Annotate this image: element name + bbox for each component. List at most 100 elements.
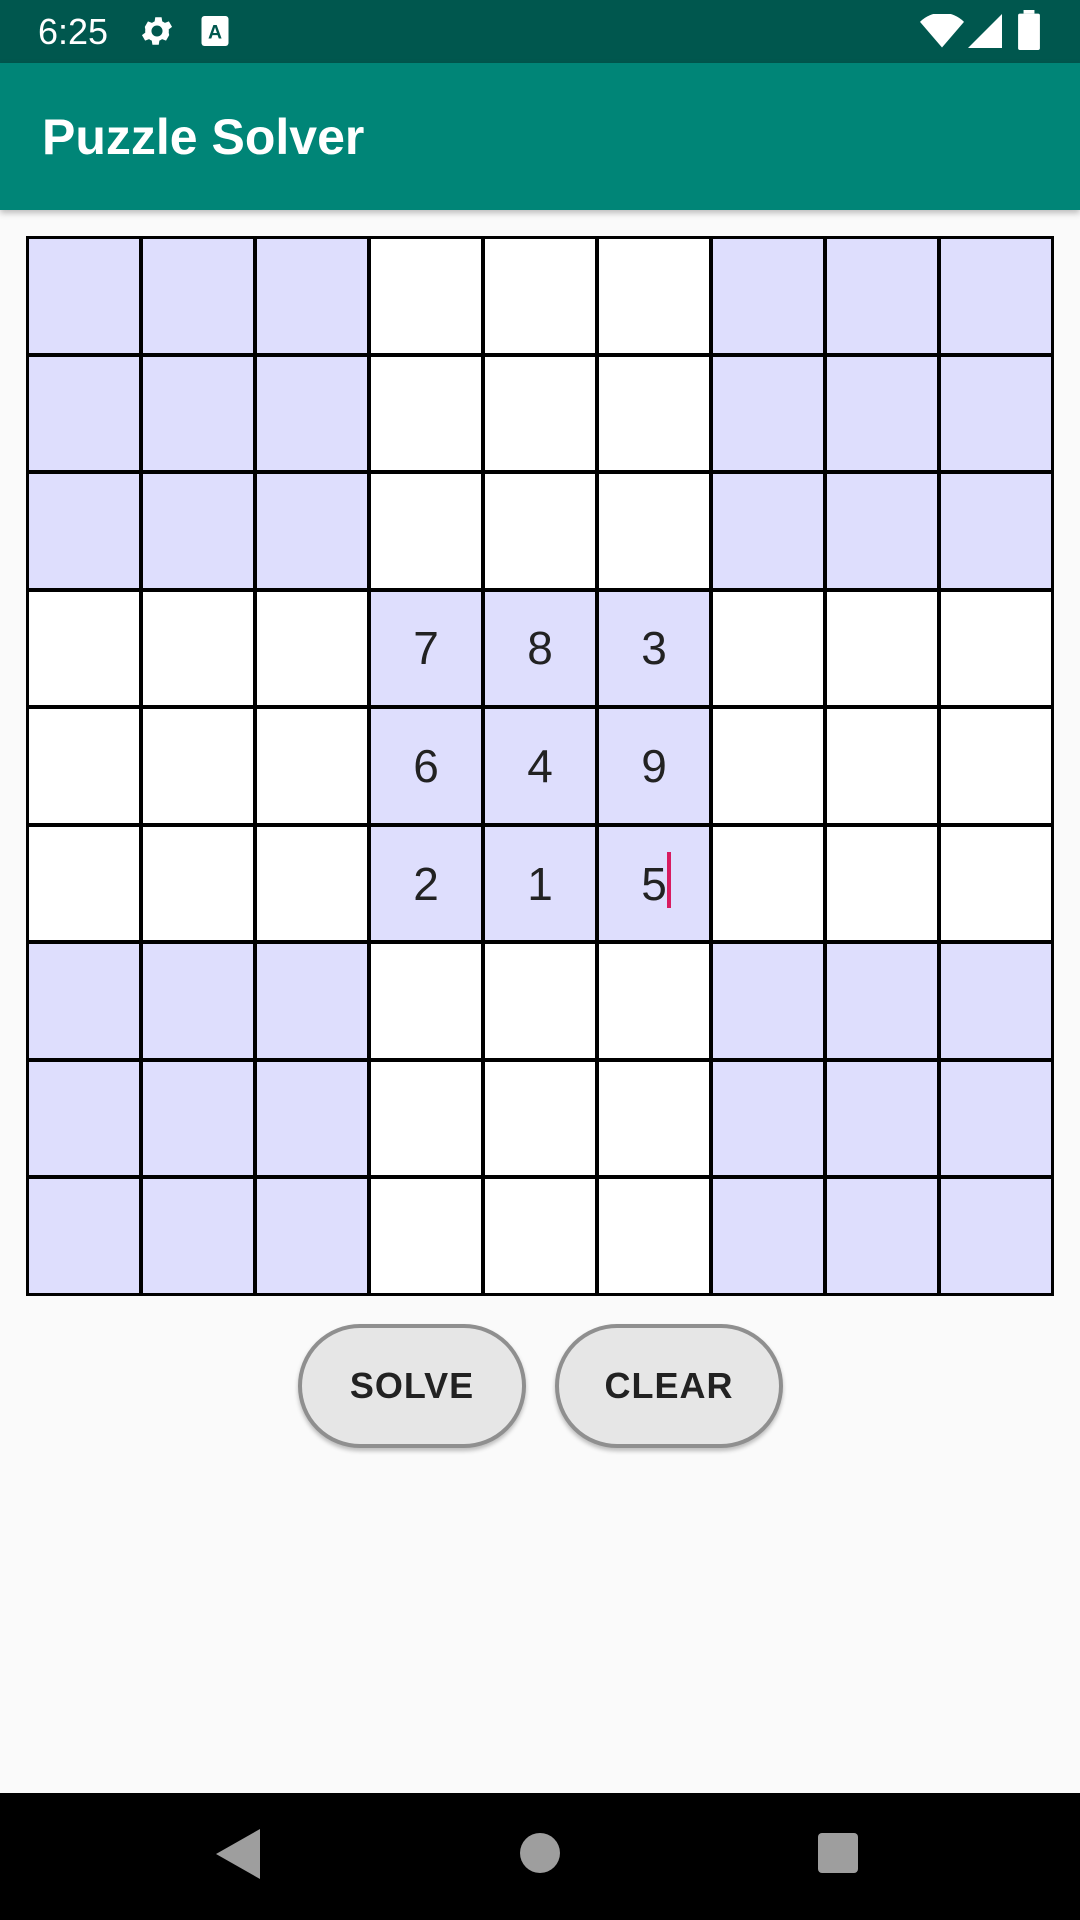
grid-cell[interactable] — [257, 1061, 367, 1176]
signal-icon — [968, 14, 1002, 53]
grid-cell[interactable] — [29, 709, 139, 823]
grid-cell[interactable] — [941, 239, 1051, 353]
grid-cell[interactable] — [827, 591, 937, 706]
grid-cell[interactable] — [485, 239, 595, 353]
grid-cell[interactable] — [941, 826, 1051, 941]
grid-cell[interactable] — [29, 944, 139, 1058]
grid-cell[interactable] — [371, 356, 481, 471]
grid-cell[interactable] — [827, 826, 937, 941]
grid-cell[interactable] — [827, 1061, 937, 1176]
grid-cell[interactable] — [485, 356, 595, 471]
puzzle-grid: 7 8 3 6 4 9 2 1 5 — [26, 236, 1054, 1296]
grid-cell[interactable]: 9 — [599, 709, 709, 823]
back-icon[interactable] — [216, 1829, 260, 1884]
grid-cell[interactable] — [257, 591, 367, 706]
grid-cell[interactable] — [485, 1179, 595, 1293]
grid-cell[interactable] — [257, 826, 367, 941]
grid-cell[interactable] — [941, 1061, 1051, 1176]
grid-cell[interactable] — [29, 1061, 139, 1176]
grid-cell[interactable] — [713, 356, 823, 471]
grid-cell[interactable] — [371, 1179, 481, 1293]
grid-cell[interactable]: 5 — [599, 826, 709, 941]
grid-cell[interactable]: 8 — [485, 591, 595, 706]
cell-value: 8 — [527, 622, 553, 675]
grid-cell[interactable]: 3 — [599, 591, 709, 706]
grid-cell[interactable] — [713, 944, 823, 1058]
grid-cell[interactable] — [29, 474, 139, 588]
text-cursor — [667, 851, 671, 908]
grid-cell[interactable] — [371, 944, 481, 1058]
grid-cell[interactable] — [599, 239, 709, 353]
grid-cell[interactable]: 4 — [485, 709, 595, 823]
grid-cell[interactable] — [29, 591, 139, 706]
grid-cell[interactable] — [827, 356, 937, 471]
grid-cell[interactable] — [599, 944, 709, 1058]
recents-icon[interactable] — [818, 1833, 858, 1878]
grid-cell[interactable] — [827, 1179, 937, 1293]
svg-text:A: A — [208, 22, 222, 44]
grid-cell[interactable] — [257, 474, 367, 588]
grid-cell[interactable]: 7 — [371, 591, 481, 706]
grid-cell[interactable] — [143, 826, 253, 941]
grid-cell[interactable] — [143, 239, 253, 353]
wifi-icon — [920, 12, 964, 53]
grid-cell[interactable] — [941, 474, 1051, 588]
status-time: 6:25 — [38, 11, 109, 52]
grid-cell[interactable] — [143, 474, 253, 588]
cell-value: 1 — [527, 857, 553, 910]
grid-cell[interactable] — [713, 1061, 823, 1176]
clear-button[interactable]: CLEAR — [555, 1324, 783, 1448]
grid-cell[interactable] — [29, 239, 139, 353]
grid-cell[interactable] — [713, 1179, 823, 1293]
grid-cell[interactable] — [827, 474, 937, 588]
grid-cell[interactable] — [143, 944, 253, 1058]
grid-cell[interactable] — [827, 944, 937, 1058]
grid-cell[interactable] — [713, 826, 823, 941]
grid-cell[interactable] — [371, 239, 481, 353]
grid-cell[interactable] — [485, 944, 595, 1058]
grid-cell[interactable] — [827, 239, 937, 353]
grid-cell[interactable] — [257, 356, 367, 471]
grid-cell[interactable] — [599, 1179, 709, 1293]
grid-cell[interactable] — [143, 356, 253, 471]
grid-cell[interactable] — [941, 591, 1051, 706]
grid-cell[interactable] — [29, 826, 139, 941]
gear-icon — [138, 12, 176, 55]
grid-cell[interactable] — [371, 474, 481, 588]
grid-cell[interactable] — [257, 1179, 367, 1293]
grid-cell[interactable]: 6 — [371, 709, 481, 823]
grid-cell[interactable] — [941, 709, 1051, 823]
cell-value: 2 — [413, 857, 439, 910]
grid-cell[interactable] — [713, 474, 823, 588]
grid-cell[interactable] — [29, 356, 139, 471]
grid-cell[interactable] — [941, 356, 1051, 471]
font-a-icon: A — [200, 12, 230, 55]
grid-cell[interactable] — [941, 944, 1051, 1058]
grid-cell[interactable] — [257, 709, 367, 823]
solve-button[interactable]: SOLVE — [298, 1324, 526, 1448]
grid-cell[interactable] — [827, 709, 937, 823]
navigation-bar — [0, 1793, 1080, 1920]
grid-cell[interactable] — [599, 356, 709, 471]
cell-value: 9 — [641, 739, 667, 792]
grid-cell[interactable] — [713, 709, 823, 823]
grid-cell[interactable] — [143, 709, 253, 823]
home-icon[interactable] — [520, 1833, 560, 1878]
grid-cell[interactable] — [371, 1061, 481, 1176]
grid-cell[interactable] — [713, 239, 823, 353]
grid-cell[interactable] — [257, 239, 367, 353]
grid-cell[interactable]: 2 — [371, 826, 481, 941]
grid-cell[interactable] — [485, 1061, 595, 1176]
app-title: Puzzle Solver — [42, 109, 365, 165]
grid-cell[interactable] — [599, 1061, 709, 1176]
grid-cell[interactable] — [143, 1179, 253, 1293]
grid-cell[interactable] — [941, 1179, 1051, 1293]
grid-cell[interactable] — [599, 474, 709, 588]
grid-cell[interactable] — [143, 591, 253, 706]
grid-cell[interactable] — [257, 944, 367, 1058]
grid-cell[interactable] — [29, 1179, 139, 1293]
grid-cell[interactable] — [143, 1061, 253, 1176]
grid-cell[interactable] — [485, 474, 595, 588]
grid-cell[interactable] — [713, 591, 823, 706]
grid-cell[interactable]: 1 — [485, 826, 595, 941]
